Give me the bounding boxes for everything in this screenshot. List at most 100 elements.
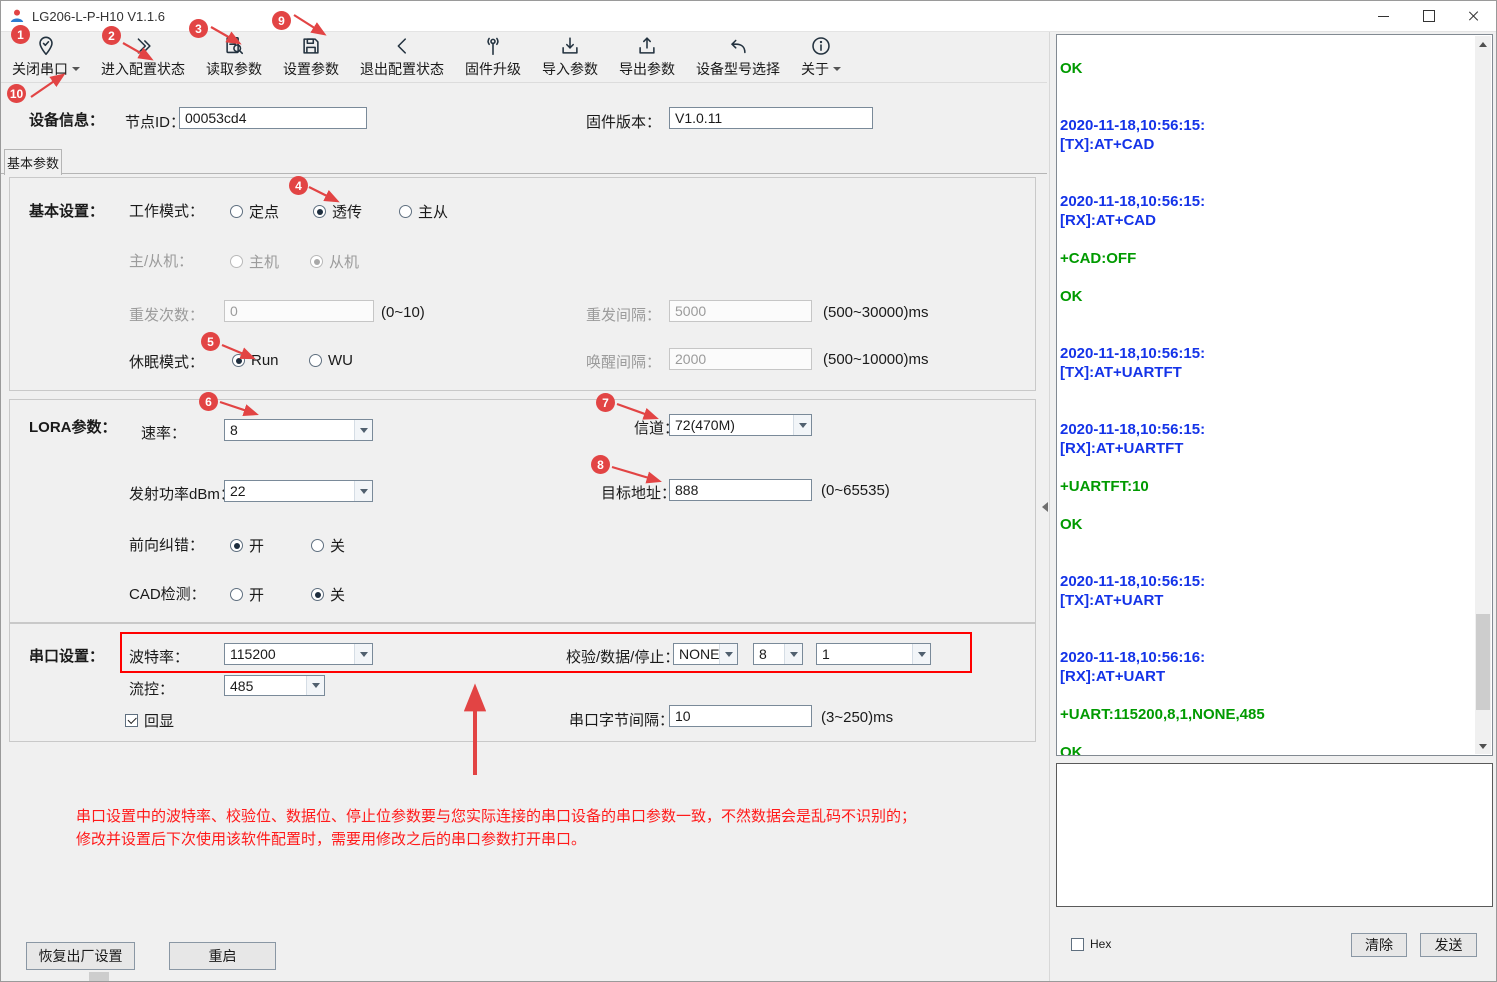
clear-button[interactable]: 清除	[1351, 933, 1407, 957]
log-line	[1060, 458, 1473, 477]
log-line: OK	[1060, 59, 1473, 78]
radio-fec-on[interactable]: 开	[230, 535, 264, 556]
radio-label: 主从	[418, 201, 448, 222]
dropdown-arrow-icon[interactable]	[354, 481, 372, 501]
rate-label: 速率：	[141, 422, 186, 443]
flow-control-dropdown[interactable]: 485	[224, 675, 325, 696]
log-line: +CAD:OFF	[1060, 249, 1473, 268]
toolbar-button-set-params[interactable]: 设置参数	[278, 33, 344, 81]
radio-fec-off[interactable]: 关	[311, 535, 345, 556]
maximize-button[interactable]	[1406, 1, 1451, 31]
device-model-icon	[727, 35, 749, 57]
radio-sleep-wu[interactable]: WU	[309, 352, 353, 369]
toolbar-button-firmware-upgrade[interactable]: 固件升级	[460, 33, 526, 81]
log-line	[1060, 686, 1473, 705]
tx-power-dropdown[interactable]: 22	[224, 480, 373, 502]
checkbox-label: Hex	[1090, 937, 1111, 951]
dropdown-caret-icon[interactable]	[833, 67, 841, 71]
resend-count-range: (0~10)	[381, 304, 425, 321]
radio-dot	[311, 539, 324, 552]
radio-dot	[230, 539, 243, 552]
checkbox-mark	[125, 714, 138, 727]
radio-label: 主机	[249, 251, 279, 272]
toolbar-button-about[interactable]: 关于	[796, 33, 846, 81]
send-input[interactable]	[1056, 763, 1493, 907]
scroll-down-button[interactable]	[1475, 738, 1491, 754]
step-badge-4: 4	[289, 176, 308, 195]
close-button[interactable]	[1451, 1, 1496, 31]
log-line: [RX]:AT+CAD	[1060, 211, 1473, 230]
resend-interval-range: (500~30000)ms	[823, 304, 928, 321]
dropdown-arrow-icon[interactable]	[354, 420, 372, 440]
log-line	[1060, 534, 1473, 553]
send-button[interactable]: 发送	[1420, 933, 1477, 957]
step-badge-7: 7	[596, 393, 615, 412]
serial-settings-section-label: 串口设置：	[29, 645, 104, 666]
save-params-icon	[300, 35, 322, 57]
step-badge-8: 8	[591, 455, 610, 474]
radio-sleep-run[interactable]: Run	[232, 352, 279, 369]
radio-dot	[310, 255, 323, 268]
toolbar-label: 读取参数	[206, 59, 262, 79]
about-icon	[810, 35, 832, 57]
node-id-label: 节点ID：	[125, 111, 185, 132]
chevron-up-icon	[1479, 42, 1487, 47]
factory-reset-button[interactable]: 恢复出厂设置	[26, 942, 135, 970]
log-line	[1060, 173, 1473, 192]
tab-basic-params[interactable]: 基本参数	[4, 149, 62, 175]
wake-interval-field: 2000	[669, 348, 812, 370]
radio-cad-off[interactable]: 关	[311, 584, 345, 605]
radio-label: 开	[249, 584, 264, 605]
toolbar-label: 设置参数	[283, 59, 339, 79]
byte-gap-field[interactable]: 10	[669, 705, 812, 727]
radio-work-mode-master-slave[interactable]: 主从	[399, 201, 448, 222]
radio-cad-on[interactable]: 开	[230, 584, 264, 605]
toolbar-label: 进入配置状态	[101, 59, 185, 79]
byte-gap-label: 串口字节间隔：	[569, 709, 674, 730]
toolbar-button-read-params[interactable]: 读取参数	[201, 33, 267, 81]
restart-button[interactable]: 重启	[169, 942, 276, 970]
radio-work-mode-fixed[interactable]: 定点	[230, 201, 279, 222]
highlight-rectangle	[120, 632, 972, 673]
minimize-button[interactable]	[1361, 1, 1406, 31]
toolbar-button-device-model[interactable]: 设备型号选择	[691, 33, 785, 81]
app-icon	[9, 8, 25, 24]
toolbar-label: 关闭串口	[12, 59, 68, 79]
radio-label: 从机	[329, 251, 359, 272]
byte-gap-range: (3~250)ms	[821, 709, 893, 726]
serial-port-icon	[35, 35, 57, 57]
log-line: [RX]:AT+UART	[1060, 667, 1473, 686]
target-address-field[interactable]: 888	[669, 479, 812, 501]
minimize-icon	[1378, 16, 1389, 17]
log-line	[1060, 382, 1473, 401]
radio-dot	[232, 354, 245, 367]
dropdown-arrow-icon[interactable]	[793, 415, 811, 435]
toolbar-button-export-params[interactable]: 导出参数	[614, 33, 680, 81]
dropdown-arrow-icon[interactable]	[306, 676, 324, 695]
log-line	[1060, 496, 1473, 515]
radio-dot	[313, 205, 326, 218]
radio-work-mode-transparent[interactable]: 透传	[313, 201, 362, 222]
radio-dot	[230, 255, 243, 268]
log-panel: OK 2020-11-18,10:56:15: [TX]:AT+CAD 2020…	[1056, 34, 1493, 756]
log-line: [TX]:AT+UART	[1060, 591, 1473, 610]
log-line: OK	[1060, 515, 1473, 534]
toolbar-button-import-params[interactable]: 导入参数	[537, 33, 603, 81]
tab-pane-border	[1, 173, 1047, 174]
log-line	[1060, 553, 1473, 572]
log-scrollbar-thumb[interactable]	[1476, 614, 1490, 710]
splitter-collapse-handle[interactable]	[1039, 493, 1051, 521]
node-id-field[interactable]: 00053cd4	[179, 107, 367, 129]
maximize-icon	[1423, 10, 1435, 22]
dropdown-caret-icon[interactable]	[72, 67, 80, 71]
echo-checkbox[interactable]: 回显	[125, 710, 174, 731]
log-line	[1060, 78, 1473, 97]
channel-dropdown[interactable]: 72(470M)	[669, 414, 812, 436]
rate-dropdown[interactable]: 8	[224, 419, 373, 441]
toolbar-button-exit-config[interactable]: 退出配置状态	[355, 33, 449, 81]
horizontal-scrollbar-thumb[interactable]	[89, 972, 109, 981]
hex-checkbox[interactable]: Hex	[1071, 937, 1111, 951]
firmware-version-field[interactable]: V1.0.11	[669, 107, 873, 129]
scroll-up-button[interactable]	[1475, 36, 1491, 52]
log-scrollbar[interactable]	[1475, 36, 1491, 754]
